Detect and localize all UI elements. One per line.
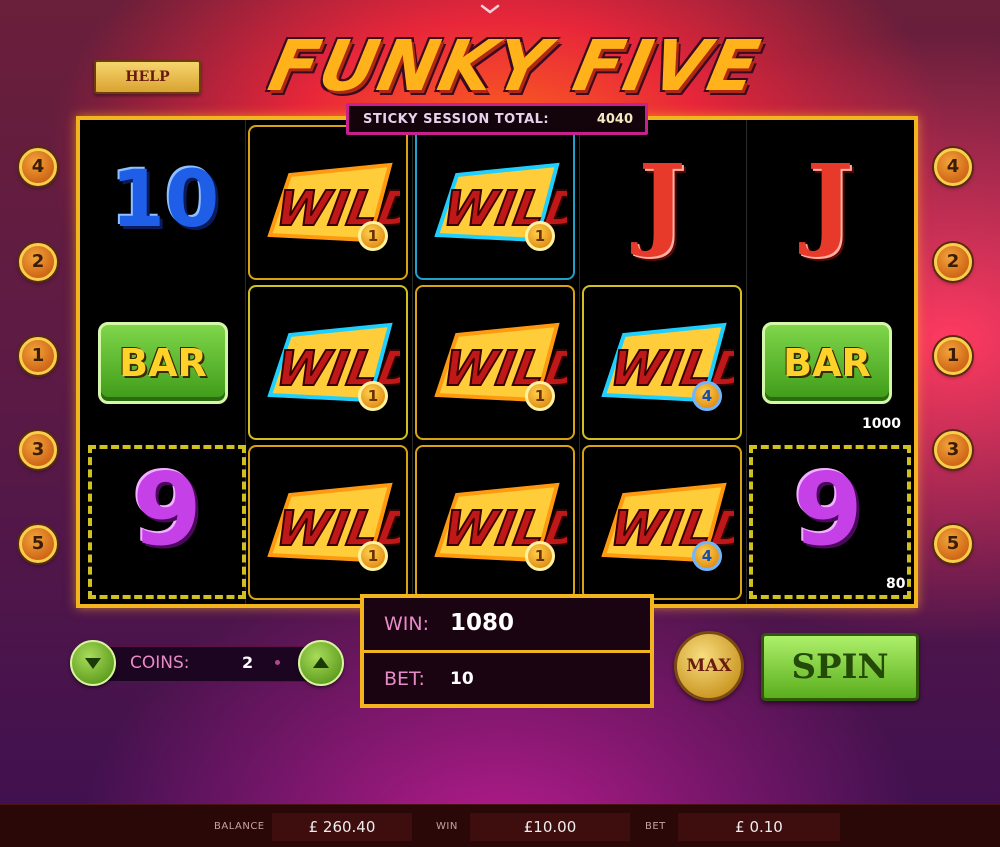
balance-value: £ 260.40	[272, 813, 412, 841]
win-value: 1080	[450, 610, 515, 636]
coins-value: 2	[242, 653, 254, 672]
coins-control: COINS: 2	[70, 640, 344, 686]
payline-badge-right[interactable]: 4	[934, 148, 972, 186]
line-win-amount: 1000	[862, 416, 901, 432]
footer-bet-value: £ 0.10	[678, 813, 840, 841]
wild-tile: WILD 1	[248, 445, 408, 600]
game-title: FUNKY FIVE	[262, 25, 768, 107]
wild-tile: WILD 1	[415, 285, 575, 440]
symbol-nine: 9	[793, 451, 863, 568]
wild-tile: WILD 1	[415, 445, 575, 600]
payline-badge-left[interactable]: 2	[19, 243, 57, 281]
footer-bet-label: BET	[645, 821, 666, 832]
multiplier-badge: 1	[525, 381, 555, 411]
help-button[interactable]: HELP	[94, 60, 201, 94]
coins-dot	[275, 660, 280, 665]
symbol-jack: J	[638, 142, 686, 260]
symbol-ten: 10	[110, 155, 220, 245]
multiplier-badge: 4	[692, 381, 722, 411]
multiplier-badge: 1	[358, 541, 388, 571]
symbol-nine: 9	[132, 451, 202, 568]
payline-badge-right[interactable]: 2	[934, 243, 972, 281]
sticky-session-label: STICKY SESSION TOTAL:	[363, 111, 550, 127]
line-win-amount: 80	[886, 576, 906, 592]
chevron-down-icon[interactable]	[480, 4, 500, 14]
payline-badge-left[interactable]: 3	[19, 431, 57, 469]
symbol-jack: J	[806, 142, 854, 260]
payline-badge-right[interactable]: 5	[934, 525, 972, 563]
wild-tile: WILD 1	[248, 125, 408, 280]
reel-divider	[412, 120, 413, 604]
coins-increase-button[interactable]	[298, 640, 344, 686]
multiplier-badge: 4	[692, 541, 722, 571]
footer-win-label: WIN	[436, 821, 458, 832]
wild-tile: WILD 4	[582, 285, 742, 440]
reel-divider	[579, 120, 580, 604]
coins-label: COINS:	[130, 653, 190, 673]
wild-tile: WILD 1	[248, 285, 408, 440]
bet-label: BET:	[384, 668, 425, 690]
arrow-up-icon	[313, 657, 329, 668]
multiplier-badge: 1	[358, 381, 388, 411]
multiplier-badge: 1	[525, 221, 555, 251]
payline-badge-left[interactable]: 4	[19, 148, 57, 186]
wild-tile: WILD 4	[582, 445, 742, 600]
coins-bar	[90, 646, 328, 682]
max-bet-button[interactable]: MAX	[674, 631, 744, 701]
win-label: WIN:	[384, 613, 430, 635]
multiplier-badge: 1	[525, 541, 555, 571]
payline-badge-right[interactable]: 1	[934, 337, 972, 375]
footer-win-value: £10.00	[470, 813, 630, 841]
arrow-down-icon	[85, 658, 101, 669]
sticky-session-value: 4040	[596, 111, 633, 127]
sticky-session-total: STICKY SESSION TOTAL: 4040	[346, 103, 648, 135]
spin-button[interactable]: SPIN	[761, 633, 919, 701]
wild-tile: WILD 1	[415, 125, 575, 280]
symbol-bar: BAR	[98, 322, 228, 404]
footer-bar: BALANCE £ 260.40 WIN £10.00 BET £ 0.10	[0, 804, 1000, 847]
win-bet-panel: WIN: 1080 BET: 10	[360, 594, 654, 708]
symbol-bar: BAR	[762, 322, 892, 404]
multiplier-badge: 1	[358, 221, 388, 251]
reel-divider	[746, 120, 747, 604]
bet-row: BET: 10	[364, 653, 650, 705]
bet-value: 10	[450, 669, 474, 689]
payline-badge-left[interactable]: 1	[19, 337, 57, 375]
coins-decrease-button[interactable]	[70, 640, 116, 686]
win-row: WIN: 1080	[364, 598, 650, 653]
payline-badge-left[interactable]: 5	[19, 525, 57, 563]
balance-label: BALANCE	[214, 821, 265, 832]
payline-badge-right[interactable]: 3	[934, 431, 972, 469]
